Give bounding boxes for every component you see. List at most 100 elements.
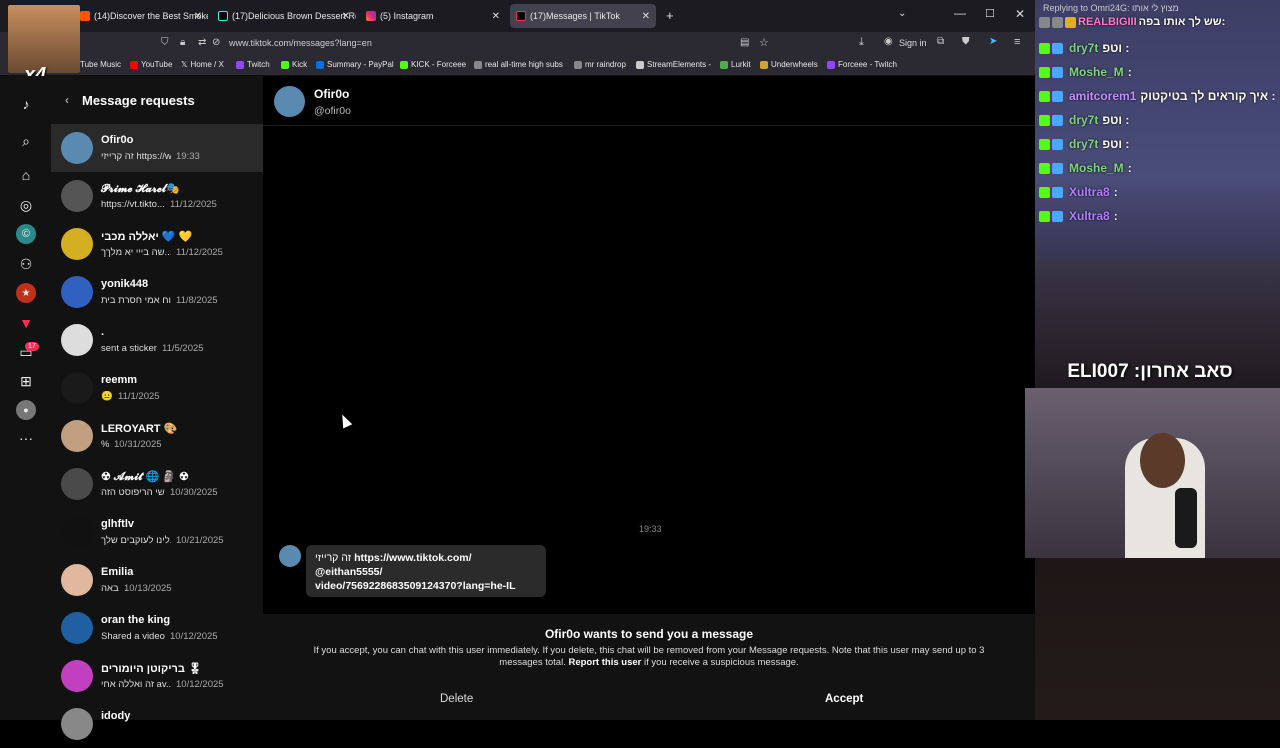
upload-icon[interactable]: ⊞	[16, 371, 36, 391]
explore-icon[interactable]: ◎	[16, 195, 36, 215]
request-item[interactable]: oran the king Shared a video 10/12/2025	[51, 604, 263, 652]
menu-icon[interactable]: ≡	[1014, 36, 1020, 48]
bookmark-star-icon[interactable]: ☆	[759, 36, 769, 49]
chat-line: Moshe_M:	[1039, 158, 1280, 178]
bookmark-item[interactable]: 𝕏 Home / X	[181, 60, 224, 69]
message-link[interactable]: @eithan5555/	[315, 565, 537, 579]
following-icon[interactable]: ©	[16, 224, 36, 244]
bookmark-item[interactable]: Underwheels	[760, 60, 818, 69]
bookmark-item[interactable]: Tube Music	[80, 60, 121, 69]
tiktok-logo-icon[interactable]: ♪	[16, 94, 36, 114]
permissions-icon[interactable]: ⇄	[198, 37, 206, 48]
browser-tab[interactable]: (17)Delicious Brown Dessert Re ✕	[212, 4, 356, 28]
chat-line: amitcorem1 איך קוראים לך בטיקטוק :	[1039, 86, 1280, 106]
sender-avatar[interactable]	[279, 545, 301, 567]
message-link[interactable]: video/7569228683509124370?lang=he-IL	[315, 579, 537, 593]
chat-line: Xultra8:	[1039, 206, 1280, 226]
request-preview: זה קרייזי https://ww...	[101, 151, 171, 162]
minimize-icon[interactable]: —	[954, 6, 966, 20]
report-user-link[interactable]: Report this user	[568, 657, 641, 668]
sign-in-button[interactable]: Sign in	[899, 38, 927, 48]
request-item[interactable]: 𝓟𝓻𝓲𝓶𝓮 𝓗𝓪𝓻𝓮𝓵🎭 https://vt.tikto... 11/12/202…	[51, 172, 263, 220]
close-tab-icon[interactable]: ✕	[194, 11, 202, 22]
bookmark-item[interactable]: YouTube	[130, 60, 172, 69]
bookmark-item[interactable]: Summary - PayPal	[316, 60, 394, 69]
chat-text: :	[1113, 209, 1118, 223]
new-tab-icon[interactable]: +	[666, 8, 674, 23]
bookmark-item[interactable]: StreamElements -	[636, 60, 711, 69]
close-tab-icon[interactable]: ✕	[492, 11, 500, 22]
request-name: reemm	[101, 374, 138, 386]
request-item[interactable]: Emilia באה 10/13/2025	[51, 556, 263, 604]
browser-tab[interactable]: (14)Discover the Best Smoke Tri ✕	[74, 4, 208, 28]
request-item[interactable]: yonik448 כוח אמי חסרת בית... 11/8/2025	[51, 268, 263, 316]
search-icon[interactable]: ⌕	[16, 131, 36, 151]
request-body-suffix: if you receive a suspicious message.	[643, 657, 799, 668]
message-bubble[interactable]: זה קרייזי https://www.tiktok.com/ @eitha…	[306, 545, 546, 597]
back-chevron-icon[interactable]: ‹	[65, 93, 69, 107]
request-preview: 😐	[101, 391, 113, 402]
request-item[interactable]: LEROYART 🎨% 10/31/2025	[51, 412, 263, 460]
youtube-icon	[130, 60, 138, 69]
request-name: LEROYART 🎨	[101, 423, 178, 435]
chat-text: :	[1113, 185, 1118, 199]
bookmark-label: Summary - PayPal	[327, 60, 394, 69]
avatar	[61, 564, 93, 596]
bookmark-item[interactable]: Kick	[281, 60, 307, 69]
friends-icon[interactable]: ⚇	[16, 254, 36, 274]
chat-text: וטפ :	[1102, 137, 1130, 151]
maximize-icon[interactable]: ☐	[985, 7, 995, 20]
bookmark-item[interactable]: KICK - Forceee	[400, 60, 466, 69]
paper-plane-icon[interactable]: ▼	[16, 313, 36, 333]
request-item[interactable]: Ofir0o זה קרייזי https://ww... 19:33	[51, 124, 263, 172]
tiktok-icon	[218, 11, 228, 21]
browser-tab-active[interactable]: (17)Messages | TikTok ✕	[510, 4, 656, 28]
request-item[interactable]: בריקוטן היומורים 🎖 זה ואללה אחי av... 10/1…	[51, 652, 263, 700]
request-item[interactable]: reemm 😐 11/1/2025	[51, 364, 263, 412]
close-tab-icon[interactable]: ✕	[642, 11, 650, 22]
bookmark-item[interactable]: real all-time high subs	[474, 60, 563, 69]
bookmark-item[interactable]: mr raindrop	[574, 60, 626, 69]
bookmark-item[interactable]: Forceee - Twitch	[827, 60, 897, 69]
lurkit-icon	[720, 60, 728, 69]
bookmark-item[interactable]: Lurkit	[720, 60, 751, 69]
request-item[interactable]: glhftlv לינו לעוקבים שלך... 10/21/2025	[51, 508, 263, 556]
browser-tab[interactable]: (5) Instagram ✕	[360, 4, 506, 28]
accept-button[interactable]: Accept	[825, 693, 863, 705]
badge-icon	[1065, 16, 1076, 28]
download-icon[interactable]: ⤓	[859, 36, 864, 49]
chat-username[interactable]: Ofir0o	[314, 87, 349, 101]
chat-avatar[interactable]	[274, 86, 305, 117]
close-window-icon[interactable]: ✕	[1015, 7, 1025, 21]
request-item[interactable]: . sent a sticker 11/5/2025	[51, 316, 263, 364]
profile-avatar[interactable]: ●	[16, 400, 36, 420]
close-tab-icon[interactable]: ✕	[342, 11, 350, 22]
message-link[interactable]: https://www.tiktok.com/	[354, 552, 471, 564]
request-item[interactable]: ☢ 𝓐𝓶𝓲𝓽 🌐 🗿 ☢ שי הריפוסט הזה 10/30/2025	[51, 460, 263, 508]
bookmark-label: Lurkit	[731, 60, 751, 69]
request-date: 11/12/2025	[170, 199, 217, 210]
url-input[interactable]: www.tiktok.com/messages?lang=en	[229, 38, 372, 48]
more-icon[interactable]: ···	[16, 428, 36, 448]
ublock-icon[interactable]: ⛊	[962, 36, 970, 47]
extension-icon[interactable]: ➤	[989, 36, 997, 47]
tab-list-chevron-icon[interactable]: ⌄	[898, 8, 906, 19]
bookmark-item[interactable]: Twitch	[236, 60, 270, 69]
avatar	[61, 180, 93, 212]
reader-view-icon[interactable]: ▤	[740, 37, 749, 48]
lock-icon[interactable]: 🔒︎	[180, 37, 185, 48]
tracking-icon[interactable]: ⊘	[212, 37, 220, 48]
extensions-icon[interactable]: ⧉	[937, 36, 944, 47]
live-icon[interactable]: ★	[16, 283, 36, 303]
page-title: Message requests	[82, 93, 195, 108]
badge-icon	[1052, 114, 1063, 126]
request-preview: באה	[101, 583, 119, 594]
shield-icon[interactable]: ⛉	[161, 37, 169, 48]
delete-button[interactable]: Delete	[440, 693, 473, 705]
chat-text: :	[1127, 161, 1132, 175]
account-icon[interactable]: ◉	[884, 36, 893, 47]
request-item[interactable]: יאללה מכבי 💙 💛 שה בייי יא מלךך... 11/12/20…	[51, 220, 263, 268]
home-icon[interactable]: ⌂	[16, 165, 36, 185]
chat-user: REALBIGIII	[1078, 16, 1137, 28]
request-item[interactable]: idody	[51, 700, 263, 748]
